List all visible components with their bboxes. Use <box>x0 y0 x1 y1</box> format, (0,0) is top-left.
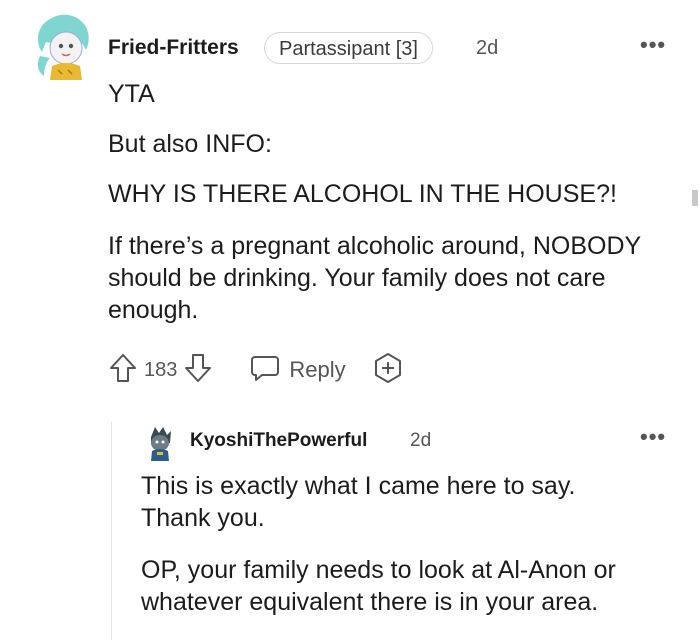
reply-button[interactable]: Reply <box>249 353 346 388</box>
comment-paragraph: YTA <box>108 80 155 108</box>
comment-paragraph: If there’s a pregnant alcoholic around, … <box>108 232 641 324</box>
comment-paragraph: WHY IS THERE ALCOHOL IN THE HOUSE?! <box>108 180 617 208</box>
comment-age: 2d <box>476 37 499 59</box>
vote-count: 183 <box>144 358 178 381</box>
comment-username[interactable]: Fried-Fritters <box>108 36 239 60</box>
more-options-icon[interactable]: ••• <box>640 32 666 58</box>
reply-paragraph: OP, your family needs to look at Al-Anon… <box>141 556 616 616</box>
reply-age: 2d <box>410 430 432 451</box>
user-avatar[interactable] <box>32 12 96 82</box>
comment-paragraph: But also INFO: <box>108 130 272 158</box>
award-icon <box>372 352 404 389</box>
reply-label: Reply <box>289 357 346 382</box>
user-flair: Partassipant [3] <box>264 32 433 64</box>
award-button[interactable] <box>372 352 404 389</box>
reply-more-options-icon[interactable]: ••• <box>640 424 666 450</box>
upvote-icon[interactable] <box>108 352 138 389</box>
reply-icon <box>249 353 281 388</box>
scrollbar-thumb[interactable] <box>692 190 698 206</box>
reply-avatar[interactable] <box>143 423 177 463</box>
downvote-icon[interactable] <box>183 352 213 389</box>
reply-username[interactable]: KyoshiThePowerful <box>190 430 367 452</box>
thread-line <box>111 422 112 640</box>
reply-paragraph: This is exactly what I came here to say.… <box>141 472 576 532</box>
comment-actions: 183 Reply <box>108 350 404 390</box>
